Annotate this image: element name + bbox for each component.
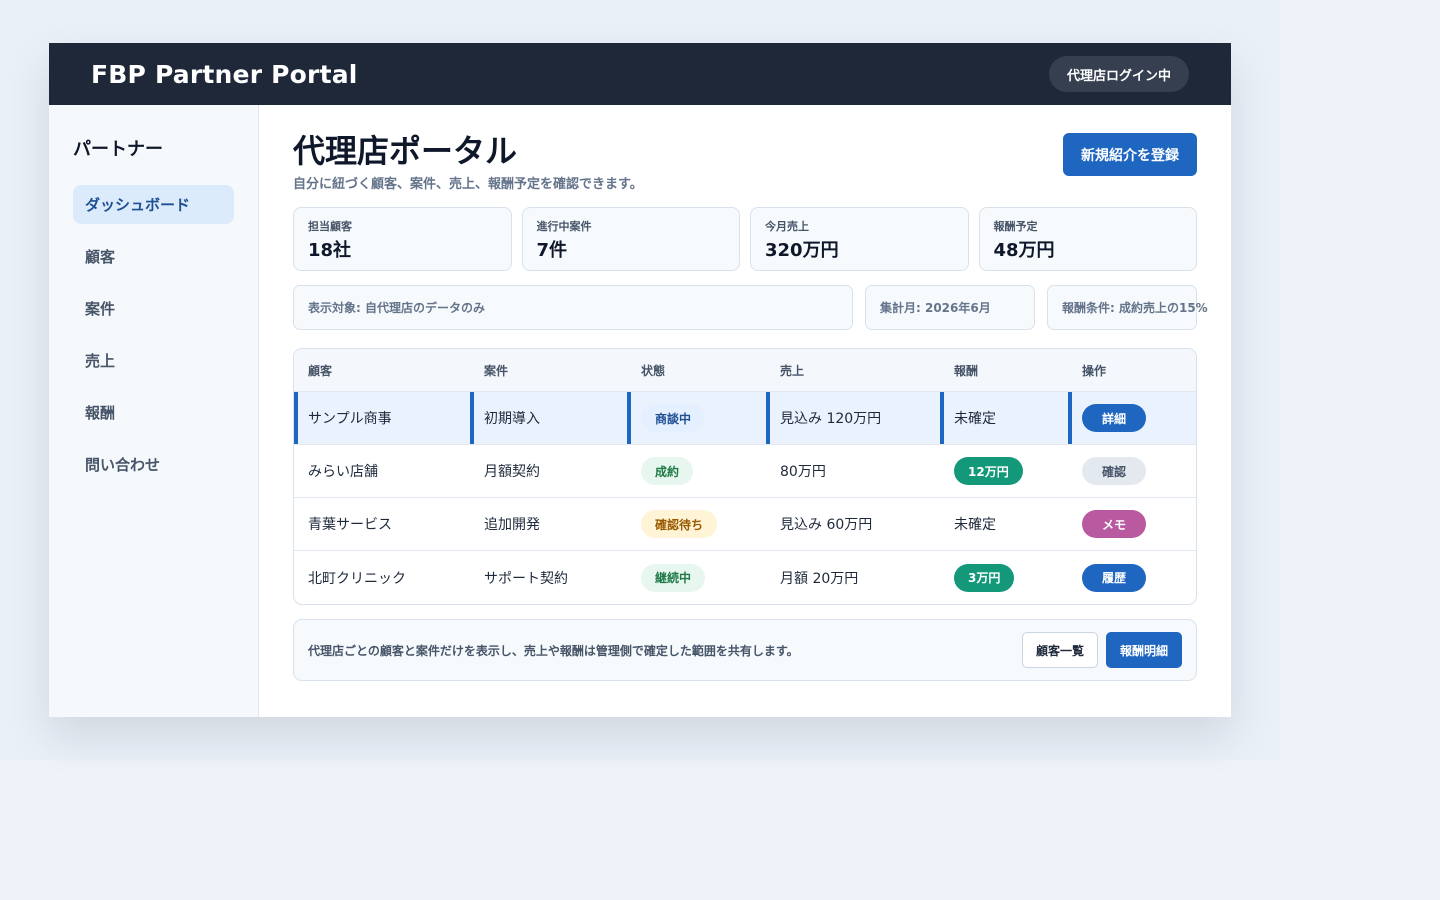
scope-info: 表示対象: 自代理店のデータのみ [293,285,853,330]
stat-card-active-deals: 進行中案件 7件 [521,207,740,271]
app-title: FBP Partner Portal [91,59,358,89]
sidebar-item-inquiries[interactable]: 問い合わせ [73,445,234,484]
deal-cell: 月額契約 [484,464,540,480]
footer-panel: 代理店ごとの顧客と案件だけを表示し、売上や報酬は管理側で確定した範囲を共有します… [293,619,1197,681]
sales-cell: 見込み 60万円 [780,517,873,533]
top-bar: FBP Partner Portal 代理店ログイン中 [49,43,1231,105]
status-badge: 継続中 [641,563,706,592]
main-content: 代理店ポータル 自分に紐づく顧客、案件、売上、報酬予定を確認できます。 新規紹介… [259,105,1231,717]
status-cell: 成約 [627,445,766,497]
stat-label: 担当顧客 [308,220,352,233]
stat-label: 今月売上 [765,220,809,233]
reward-cell: 未確定 [954,517,996,533]
action-cell: 詳細 [1068,392,1196,444]
reward-detail-button[interactable]: 報酬明細 [1105,632,1182,668]
action-cell: 履歴 [1068,551,1196,604]
deals-table: 顧客 案件 状態 売上 報酬 操作 サンプル商事 初期導入 商談中 見込み 12… [293,348,1197,605]
confirm-button[interactable]: 確認 [1082,457,1146,485]
customer-cell: サンプル商事 [294,392,470,444]
status-badge: 成約 [641,457,694,485]
sales-cell: 80万円 [780,464,826,480]
reward-cell: 未確定 [940,392,1068,444]
stat-card-reward-forecast: 報酬予定 48万円 [978,207,1197,271]
sales-cell: 月額 20万円 [780,570,859,587]
sidebar-item-customers[interactable]: 顧客 [73,237,234,276]
history-button[interactable]: 履歴 [1082,563,1146,592]
stats-row: 担当顧客 18社 進行中案件 7件 今月売上 320万円 報酬予定 48万円 [293,207,1197,271]
stat-card-customers: 担当顧客 18社 [293,207,512,271]
status-badge: 確認待ち [641,510,718,538]
column-header: 顧客 [308,363,333,378]
column-header: 案件 [484,363,509,378]
deal-cell: 初期導入 [470,392,627,444]
sidebar-item-rewards[interactable]: 報酬 [73,393,234,432]
column-header: 状態 [641,363,666,378]
stat-value: 320万円 [765,240,839,261]
stat-value: 7件 [536,240,568,261]
column-header: 操作 [1082,363,1107,378]
sidebar-item-deals[interactable]: 案件 [73,289,234,328]
login-status-badge: 代理店ログイン中 [1048,56,1189,92]
stat-card-monthly-sales: 今月売上 320万円 [750,207,969,271]
reward-cell: 12万円 [940,445,1068,497]
portal-window: FBP Partner Portal 代理店ログイン中 パートナー ダッシュボー… [49,43,1231,717]
reward-badge: 12万円 [954,457,1023,485]
status-badge: 商談中 [641,404,706,432]
customer-cell: 青葉サービス [308,517,392,533]
action-cell: 確認 [1068,445,1196,497]
stat-value: 18社 [308,240,352,261]
table-row[interactable]: 北町クリニック サポート契約 継続中 月額 20万円 3万円 履歴 [294,551,1196,604]
sidebar: パートナー ダッシュボード 顧客 案件 売上 報酬 問い合わせ [49,105,259,717]
status-cell: 確認待ち [627,498,766,550]
table-row[interactable]: 青葉サービス 追加開発 確認待ち 見込み 60万円 未確定 メモ [294,498,1196,551]
status-cell: 継続中 [627,551,766,604]
table-row[interactable]: みらい店舗 月額契約 成約 80万円 12万円 確認 [294,445,1196,498]
column-header: 売上 [780,363,805,378]
stat-value: 48万円 [993,240,1055,261]
month-info: 集計月: 2026年6月 [865,285,1035,330]
reward-badge: 3万円 [954,563,1015,592]
column-header: 報酬 [954,363,979,378]
action-cell: メモ [1068,498,1196,550]
sidebar-item-dashboard[interactable]: ダッシュボード [73,185,234,224]
reward-cell: 3万円 [940,551,1068,604]
customer-cell: 北町クリニック [308,570,406,587]
sidebar-item-sales[interactable]: 売上 [73,341,234,380]
register-referral-button[interactable]: 新規紹介を登録 [1063,133,1197,176]
table-header: 顧客 案件 状態 売上 報酬 操作 [294,349,1196,392]
sales-cell: 見込み 120万円 [766,392,940,444]
info-row: 表示対象: 自代理店のデータのみ 集計月: 2026年6月 報酬条件: 成約売上… [293,285,1208,330]
customer-cell: みらい店舗 [308,464,378,480]
page-title: 代理店ポータル [293,132,518,170]
stat-label: 報酬予定 [993,220,1038,233]
table-row[interactable]: サンプル商事 初期導入 商談中 見込み 120万円 未確定 詳細 [294,392,1196,445]
footer-note: 代理店ごとの顧客と案件だけを表示し、売上や報酬は管理側で確定した範囲を共有します… [308,643,799,658]
deal-cell: サポート契約 [484,570,568,587]
sidebar-heading: パートナー [73,139,163,160]
detail-button[interactable]: 詳細 [1082,404,1146,432]
status-cell: 商談中 [627,392,766,444]
reward-rule-info: 報酬条件: 成約売上の15% [1047,285,1208,330]
customer-list-button[interactable]: 顧客一覧 [1021,632,1098,668]
memo-button[interactable]: メモ [1082,510,1146,538]
page-subtitle: 自分に紐づく顧客、案件、売上、報酬予定を確認できます。 [293,177,643,192]
stat-label: 進行中案件 [536,220,592,233]
deal-cell: 追加開発 [484,517,540,533]
